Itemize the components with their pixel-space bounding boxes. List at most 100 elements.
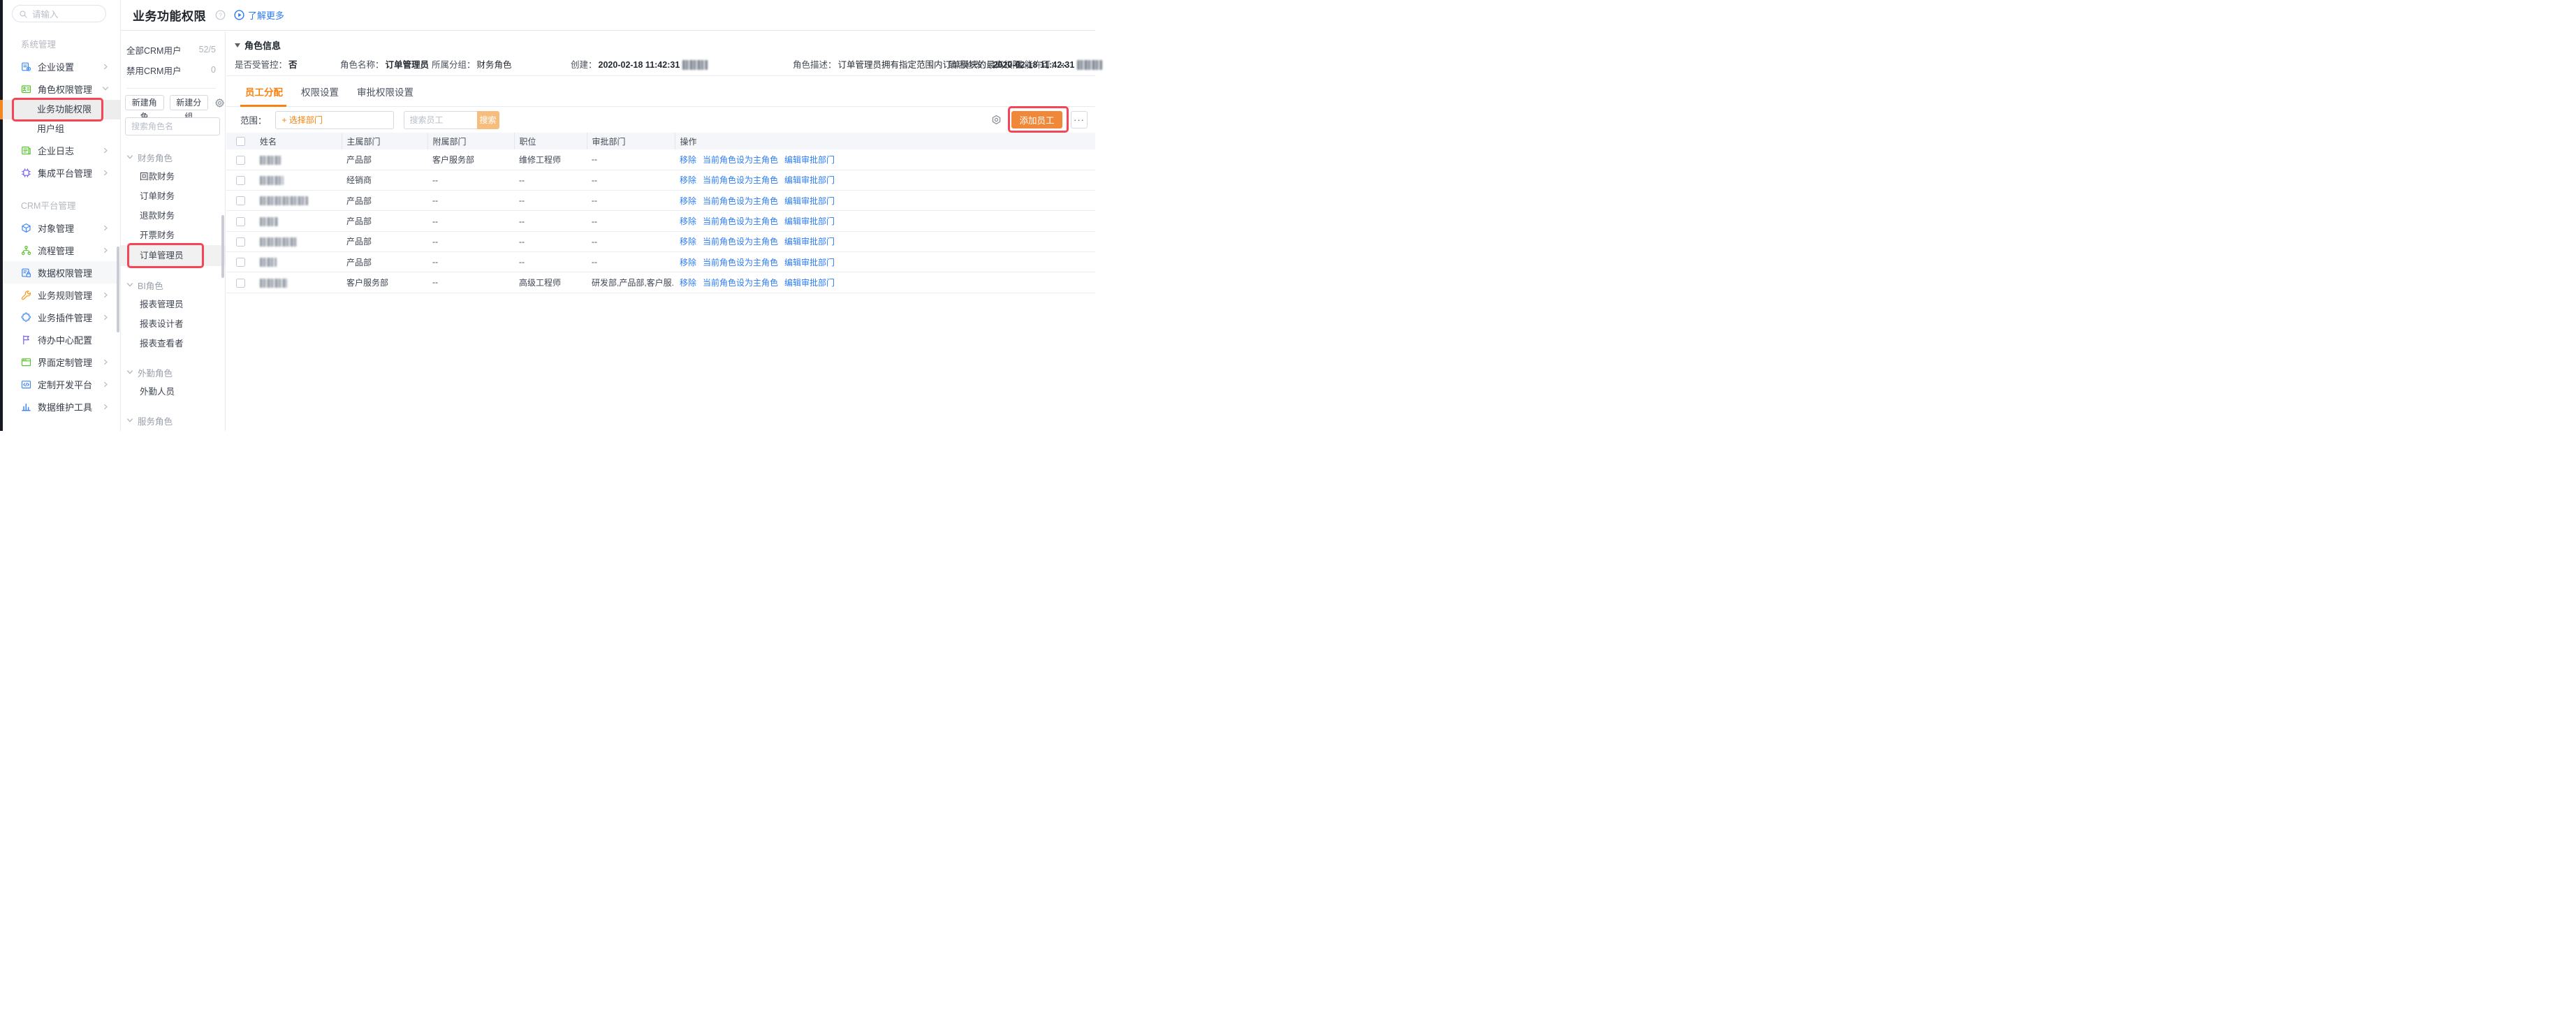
table-column-header[interactable]: 职位 xyxy=(514,133,587,149)
row-action-link[interactable]: 当前角色设为主角色 xyxy=(703,216,778,226)
row-action-link[interactable]: 编辑审批部门 xyxy=(784,237,835,247)
help-icon[interactable]: ? xyxy=(215,10,226,20)
role-item-label: 报表管理员 xyxy=(140,300,184,309)
role-item[interactable]: 报表管理员 xyxy=(121,295,225,314)
sidebar-subitem[interactable]: 业务功能权限 xyxy=(3,100,120,119)
role-item[interactable]: 订单财务 xyxy=(121,186,225,206)
sidebar-item-label: 对象管理 xyxy=(38,221,74,235)
redacted-employee-name xyxy=(260,156,281,165)
tab-label: 审批权限设置 xyxy=(357,84,414,98)
new-group-button[interactable]: 新建分组 xyxy=(170,95,209,110)
role-group-header[interactable]: BI角色 xyxy=(121,275,225,295)
row-action-link[interactable]: 编辑审批部门 xyxy=(784,175,835,185)
chevron-icon xyxy=(103,225,109,231)
row-checkbox[interactable] xyxy=(236,279,245,288)
stat-value: 0 xyxy=(211,65,216,75)
role-item[interactable]: 报表查看者 xyxy=(121,334,225,353)
table-column-header[interactable]: 附属部门 xyxy=(427,133,514,149)
row-checkbox[interactable] xyxy=(236,258,245,267)
tab[interactable]: 权限设置 xyxy=(301,76,339,106)
hex-settings-icon[interactable] xyxy=(991,115,1002,125)
sidebar-item[interactable]: 数据维护工具 xyxy=(3,395,120,418)
row-action-link[interactable]: 移除 xyxy=(680,278,696,288)
sidebar-subitem[interactable]: 用户组 xyxy=(3,119,120,139)
row-action-link[interactable]: 移除 xyxy=(680,175,696,185)
sidebar-subitem-label: 业务功能权限 xyxy=(37,104,92,115)
table-column-header[interactable]: 主属部门 xyxy=(342,133,427,149)
play-icon[interactable] xyxy=(234,10,244,20)
row-action-link[interactable]: 编辑审批部门 xyxy=(784,196,835,206)
role-item[interactable]: 订单管理员 xyxy=(121,245,225,266)
row-action-link[interactable]: 编辑审批部门 xyxy=(784,258,835,267)
sidebar-item[interactable]: 界面定制管理 xyxy=(3,351,120,373)
role-item[interactable]: 开票财务 xyxy=(121,226,225,245)
object-management-icon xyxy=(21,223,31,233)
sidebar-item[interactable]: 角色权限管理 xyxy=(3,78,120,100)
role-group: 外勤角色 外勤人员 xyxy=(121,362,225,402)
sidebar-item[interactable]: 数据权限管理 xyxy=(3,261,120,284)
role-item[interactable]: 回款财务 xyxy=(121,167,225,186)
role-list-scrollbar[interactable] xyxy=(221,215,224,278)
field-value: -- xyxy=(1061,60,1067,70)
row-checkbox[interactable] xyxy=(236,196,245,205)
sidebar-item[interactable]: 定制开发平台 xyxy=(3,373,120,395)
role-group-header[interactable]: 外勤角色 xyxy=(121,362,225,382)
table-column-header[interactable]: 姓名 xyxy=(255,133,342,149)
sidebar-item[interactable]: 企业日志 xyxy=(3,139,120,161)
row-action-link[interactable]: 当前角色设为主角色 xyxy=(703,196,778,206)
row-action-link[interactable]: 当前角色设为主角色 xyxy=(703,175,778,185)
table-column-header[interactable]: 操作 xyxy=(675,133,1095,149)
row-checkbox[interactable] xyxy=(236,237,245,247)
data-tool-icon xyxy=(21,402,31,412)
new-role-button[interactable]: 新建角色 xyxy=(125,95,164,110)
row-action-link[interactable]: 编辑审批部门 xyxy=(784,278,835,288)
role-item[interactable]: 报表设计者 xyxy=(121,314,225,334)
row-checkbox[interactable] xyxy=(236,176,245,185)
crm-user-stat-row[interactable]: 全部CRM用户 52/5 xyxy=(121,41,225,59)
row-action-link[interactable]: 当前角色设为主角色 xyxy=(703,258,778,267)
table-column-header[interactable]: 审批部门 xyxy=(587,133,675,149)
cell-sub-department: -- xyxy=(427,251,514,272)
row-action-link[interactable]: 移除 xyxy=(680,196,696,206)
sidebar-item[interactable]: 业务插件管理 xyxy=(3,306,120,328)
select-department-input[interactable]: + 选择部门 xyxy=(275,111,394,129)
select-all-checkbox[interactable] xyxy=(236,137,245,146)
row-action-link[interactable]: 编辑审批部门 xyxy=(784,155,835,165)
role-item[interactable]: 退款财务 xyxy=(121,206,225,226)
row-action-link[interactable]: 移除 xyxy=(680,216,696,226)
search-button[interactable]: 搜索 xyxy=(477,111,499,129)
sidebar-search-input[interactable]: 请输入 xyxy=(12,5,106,22)
tab[interactable]: 审批权限设置 xyxy=(357,76,414,106)
sidebar-item[interactable]: 业务规则管理 xyxy=(3,284,120,306)
employee-search-input[interactable] xyxy=(404,111,477,129)
row-action-link[interactable]: 移除 xyxy=(680,237,696,247)
sidebar-item[interactable]: 企业设置 xyxy=(3,55,120,78)
role-group-header[interactable]: 服务角色 xyxy=(121,411,225,430)
row-checkbox[interactable] xyxy=(236,217,245,226)
row-action-link[interactable]: 编辑审批部门 xyxy=(784,216,835,226)
role-group-header[interactable]: 财务角色 xyxy=(121,147,225,167)
learn-more-link[interactable]: 了解更多 xyxy=(248,8,284,22)
row-action-link[interactable]: 当前角色设为主角色 xyxy=(703,278,778,288)
collapse-triangle-icon[interactable] xyxy=(235,43,240,47)
sidebar-item[interactable]: 待办中心配置 xyxy=(3,328,120,351)
add-employee-button[interactable]: 添加员工 xyxy=(1011,111,1062,128)
row-action-link[interactable]: 当前角色设为主角色 xyxy=(703,237,778,247)
sidebar-item[interactable]: 对象管理 xyxy=(3,216,120,239)
crm-user-stat-row[interactable]: 禁用CRM用户 0 xyxy=(121,61,225,79)
gear-icon[interactable] xyxy=(214,98,225,108)
sidebar-subitem-label: 用户组 xyxy=(37,124,64,134)
row-checkbox[interactable] xyxy=(236,156,245,165)
row-action-link[interactable]: 移除 xyxy=(680,258,696,267)
row-action-link[interactable]: 当前角色设为主角色 xyxy=(703,155,778,165)
more-actions-button[interactable]: ··· xyxy=(1071,111,1088,128)
sidebar-scrollbar[interactable] xyxy=(117,247,119,332)
role-item-label: 回款财务 xyxy=(140,172,175,182)
role-search-input[interactable] xyxy=(125,117,220,135)
row-action-link[interactable]: 移除 xyxy=(680,155,696,165)
cell-main-department: 客户服务部 xyxy=(342,272,427,293)
sidebar-item[interactable]: 流程管理 xyxy=(3,239,120,261)
tab[interactable]: 员工分配 xyxy=(245,76,283,106)
sidebar-item[interactable]: 集成平台管理 xyxy=(3,161,120,184)
role-item[interactable]: 外勤人员 xyxy=(121,382,225,402)
